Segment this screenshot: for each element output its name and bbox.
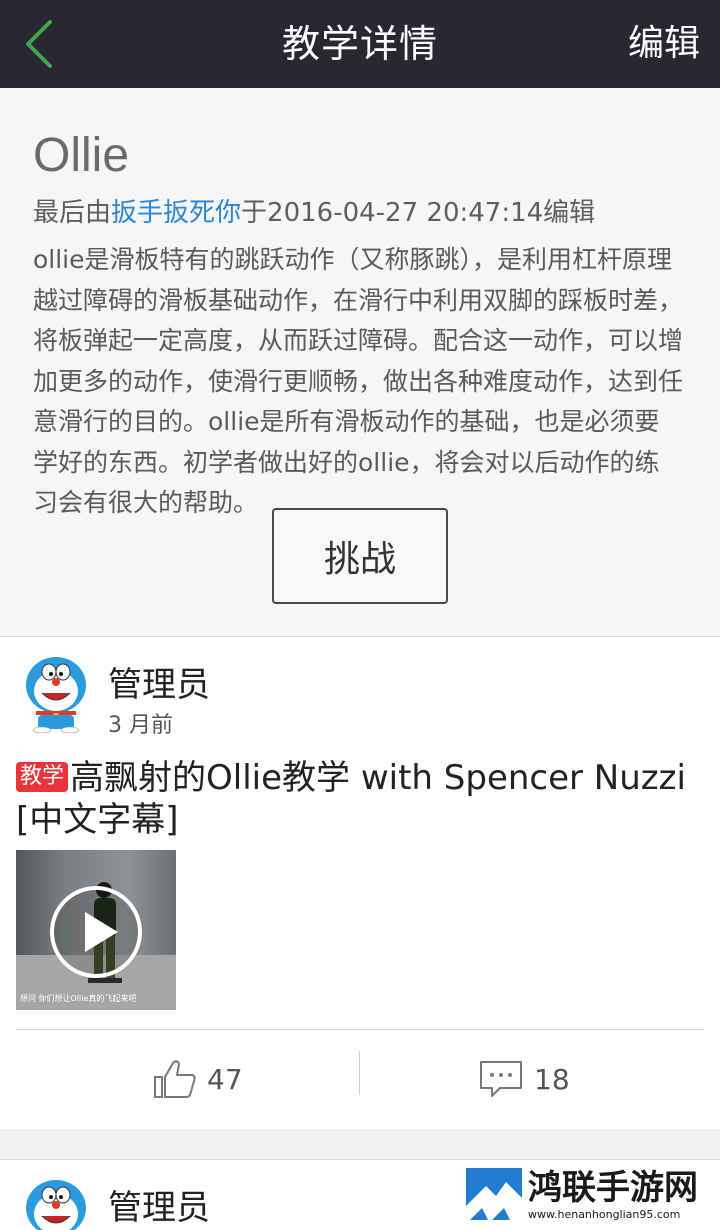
comment-icon (480, 1061, 522, 1097)
poster-name[interactable]: 管理员 (108, 1180, 210, 1229)
poster-name[interactable]: 管理员 (108, 657, 210, 706)
avatar[interactable] (22, 655, 90, 733)
tutorial-title: Ollie (33, 129, 130, 182)
post-card: 管理员 3 月前 教学 高飘射的Ollie教学 with Spencer Nuzz… (0, 637, 720, 1129)
thumbs-up-icon (154, 1060, 196, 1098)
avatar[interactable] (22, 1178, 90, 1230)
meta-suffix: 于2016-04-27 20:47:14编辑 (241, 198, 596, 228)
divider (16, 1029, 704, 1030)
edit-button[interactable]: 编辑 (628, 0, 700, 88)
post-time: 3 月前 (108, 713, 173, 738)
tag-badge: 教学 (16, 762, 69, 792)
post-title[interactable]: 教学 高飘射的Ollie教学 with Spencer Nuzzi [中文字幕] (16, 757, 696, 841)
comment-count: 18 (534, 1062, 570, 1096)
edit-meta: 最后由扳手扳死你于2016-04-27 20:47:14编辑 (33, 192, 595, 229)
comment-button[interactable]: 18 (478, 1049, 570, 1109)
challenge-button[interactable]: 挑战 (272, 508, 448, 604)
tutorial-description: ollie是滑板特有的跳跃动作（又称豚跳），是利用杠杆原理越过障碍的滑板基础动作… (33, 245, 684, 517)
post-title-text: 高飘射的Ollie教学 with Spencer Nuzzi [中文字幕] (16, 758, 686, 840)
post-separator (0, 1129, 720, 1160)
watermark-url: www.henanhonglian95.com (528, 1208, 681, 1221)
page-title: 教学详情 (281, 22, 438, 66)
action-divider (359, 1051, 360, 1095)
tutorial-detail: Ollie 最后由扳手扳死你于2016-04-27 20:47:14编辑 oll… (0, 88, 720, 637)
watermark-logo-icon (466, 1168, 522, 1224)
like-count: 47 (207, 1062, 243, 1096)
top-bar: 教学详情 编辑 (0, 0, 720, 88)
video-thumbnail[interactable]: 想问 你们想让Ollie真的飞起来吧 (16, 850, 176, 1010)
author-link[interactable]: 扳手扳死你 (111, 198, 241, 228)
meta-prefix: 最后由 (33, 198, 112, 228)
watermark-name: 鸿联手游网 (528, 1168, 698, 1208)
like-button[interactable]: 47 (153, 1049, 243, 1109)
thumbnail-caption: 想问 你们想让Ollie真的飞起来吧 (20, 994, 137, 1003)
play-icon[interactable] (48, 884, 144, 980)
watermark: 鸿联手游网 www.henanhonglian95.com (466, 1168, 712, 1226)
